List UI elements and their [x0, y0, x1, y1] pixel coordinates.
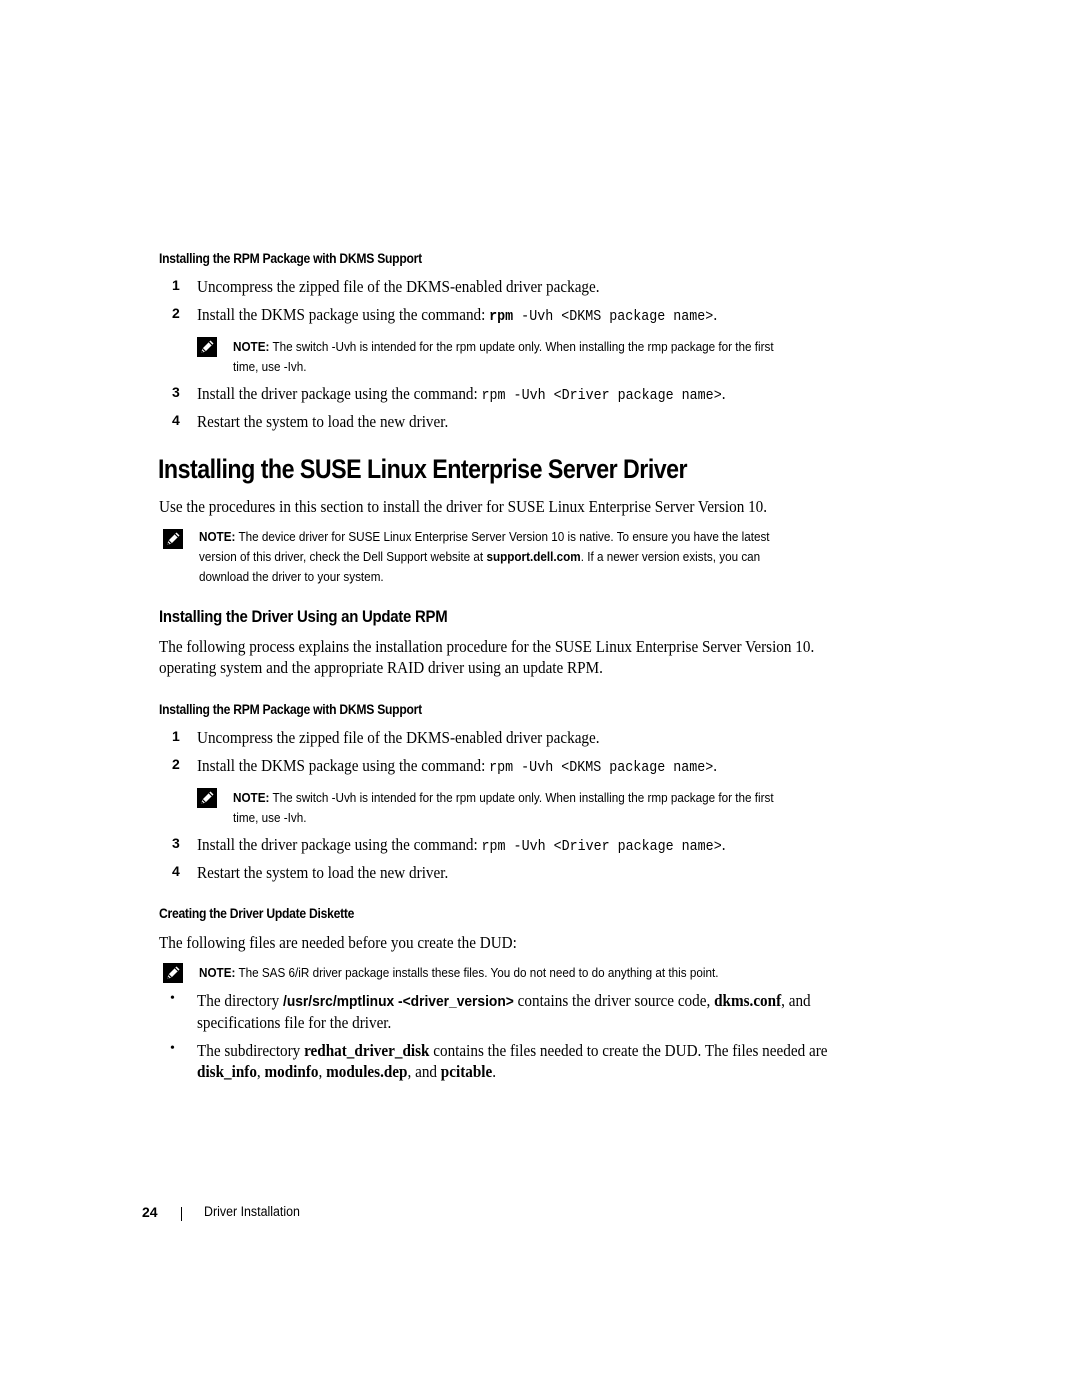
subheading-dud: Creating the Driver Update Diskette — [159, 906, 355, 921]
step-3: 3 — [172, 835, 180, 853]
filename-text: modinfo — [264, 1062, 319, 1081]
step-1-text: Uncompress the zipped file of the DKMS-e… — [197, 277, 600, 296]
note-pencil-icon — [197, 337, 217, 357]
note-label: NOTE: — [199, 965, 236, 980]
step-number: 2 — [172, 305, 180, 321]
dirname-text: redhat_driver_disk — [304, 1041, 430, 1060]
step-number: 4 — [172, 863, 180, 879]
note-label: NOTE: — [199, 529, 236, 544]
step-3-text: Install the driver package using the com… — [197, 835, 725, 855]
step-number: 1 — [172, 277, 180, 293]
bullet-item-subdirectory: The subdirectory redhat_driver_disk cont… — [197, 1040, 828, 1082]
filename-text: modules.dep — [326, 1062, 408, 1081]
path-text: /usr/src/mptlinux -<driver_version> — [282, 993, 514, 1010]
step-number: 3 — [172, 835, 180, 851]
bullet-item-directory: The directory /usr/src/mptlinux -<driver… — [197, 990, 811, 1033]
footer-section-title: Driver Installation — [204, 1204, 300, 1219]
separator: , and — [407, 1062, 441, 1081]
bullet-text: contains the driver source code, — [513, 991, 715, 1010]
code-command: rpm -Uvh <Driver package name> — [481, 839, 722, 855]
note-pencil-icon — [197, 788, 217, 808]
paragraph-line: operating system and the appropriate RAI… — [159, 658, 603, 677]
filename-text: disk_info — [197, 1062, 257, 1081]
note-text: The switch -Uvh is intended for the rpm … — [269, 790, 774, 805]
step-2: 2 — [172, 756, 180, 774]
bullet-dot: • — [170, 1041, 175, 1056]
note-text: The switch -Uvh is intended for the rpm … — [269, 339, 774, 354]
step-number: 1 — [172, 728, 180, 744]
step-4-text: Restart the system to load the new drive… — [197, 412, 449, 431]
note-text-line2: time, use -Ivh. — [233, 810, 307, 825]
step-number: 2 — [172, 756, 180, 772]
note-label: NOTE: — [233, 790, 270, 805]
intro-paragraph: Use the procedures in this section to in… — [159, 497, 768, 516]
note-text: The device driver for SUSE Linux Enterpr… — [235, 529, 770, 544]
step-4-text: Restart the system to load the new drive… — [197, 863, 449, 882]
code-command: rpm -Uvh <Driver package name> — [481, 388, 722, 404]
filename-text: dkms.conf — [714, 991, 782, 1010]
step-1: 1 — [172, 277, 180, 295]
note-pencil-icon — [163, 529, 183, 549]
step-text: Install the driver package using the com… — [197, 384, 482, 403]
step-3-text: Install the driver package using the com… — [197, 384, 725, 404]
code-command: rpm -Uvh <DKMS package name> — [489, 760, 714, 776]
step-2-text: Install the DKMS package using the comma… — [197, 305, 717, 325]
subheading-rpm-dkms-2: Installing the RPM Package with DKMS Sup… — [159, 702, 422, 717]
heading-update-rpm: Installing the Driver Using an Update RP… — [159, 607, 448, 626]
update-rpm-paragraph: The following process explains the insta… — [159, 636, 814, 678]
note-text: . If a newer version exists, you can — [580, 549, 761, 564]
bullet-text: , and — [781, 991, 811, 1010]
bullet-text: contains the files needed to create the … — [429, 1041, 828, 1060]
step-text: Install the DKMS package using the comma… — [197, 305, 490, 324]
punct: . — [721, 384, 726, 403]
step-3: 3 — [172, 384, 180, 402]
step-number: 4 — [172, 412, 180, 428]
main-heading: Installing the SUSE Linux Enterprise Ser… — [158, 454, 688, 484]
page-number: 24 — [142, 1204, 158, 1220]
code-command: rpm — [489, 309, 514, 325]
code-args: -Uvh <DKMS package name> — [513, 309, 714, 325]
step-2-text: Install the DKMS package using the comma… — [197, 756, 717, 776]
punct: . — [713, 756, 718, 775]
bullet-text: The subdirectory — [197, 1041, 305, 1060]
step-text: Install the driver package using the com… — [197, 835, 482, 854]
step-number: 3 — [172, 384, 180, 400]
note-text: version of this driver, check the Dell S… — [199, 549, 487, 564]
note-label: NOTE: — [233, 339, 270, 354]
punct: . — [713, 305, 718, 324]
paragraph-line: The following process explains the insta… — [159, 637, 815, 656]
bullet-text-line2: specifications file for the driver. — [197, 1013, 392, 1032]
step-text: Install the DKMS package using the comma… — [197, 756, 490, 775]
subheading-rpm-dkms: Installing the RPM Package with DKMS Sup… — [159, 251, 422, 266]
bullet-dot: • — [170, 991, 175, 1006]
note-text-line3: download the driver to your system. — [199, 569, 384, 584]
filename-text: pcitable — [440, 1062, 493, 1081]
step-1-text: Uncompress the zipped file of the DKMS-e… — [197, 728, 600, 747]
step-1: 1 — [172, 728, 180, 746]
step-2: 2 — [172, 305, 180, 323]
separator: . — [492, 1062, 497, 1081]
dud-paragraph: The following files are needed before yo… — [159, 933, 517, 952]
footer-divider — [181, 1207, 182, 1221]
note-text: The SAS 6/iR driver package installs the… — [235, 965, 719, 980]
bullet-text: The directory — [197, 991, 283, 1010]
support-link[interactable]: support.dell.com — [486, 549, 580, 564]
step-4: 4 — [172, 412, 180, 430]
punct: . — [721, 835, 726, 854]
note-text-line2: time, use -Ivh. — [233, 359, 307, 374]
step-4: 4 — [172, 863, 180, 881]
note-pencil-icon — [163, 963, 183, 983]
